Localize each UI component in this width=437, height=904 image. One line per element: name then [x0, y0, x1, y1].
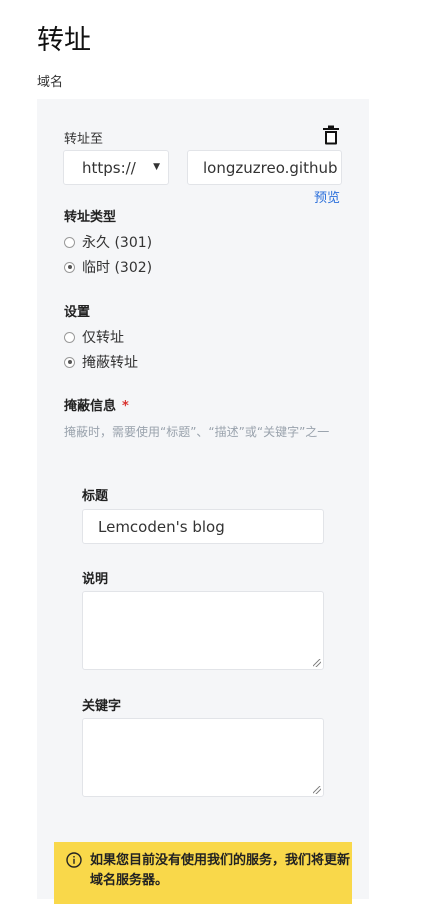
settings-label: 设置 [64, 305, 91, 320]
notice-text: 如果您目前没有使用我们的服务，我们将更新域名服务器。 [90, 853, 351, 888]
radio-button-checked[interactable] [64, 261, 75, 273]
info-icon [66, 852, 82, 868]
masking-info-label-text: 掩蔽信息 [64, 399, 117, 414]
nameserver-notice: 如果您目前没有使用我们的服务，我们将更新域名服务器。 [54, 842, 352, 904]
radio-button[interactable] [64, 331, 75, 343]
protocol-select[interactable]: https:// ▼ [63, 150, 169, 185]
resize-handle-icon[interactable] [313, 659, 321, 667]
radio-label: 掩蔽转址 [82, 355, 138, 371]
chevron-down-icon: ▼ [153, 162, 160, 172]
radio-button[interactable] [64, 236, 75, 248]
domain-label: 域名 [37, 75, 64, 90]
radio-temporary-302[interactable]: 临时 (302) [64, 257, 152, 277]
forward-to-label: 转址至 [64, 132, 104, 147]
title-input[interactable]: Lemcoden's blog [82, 509, 324, 544]
keywords-textarea[interactable] [82, 718, 324, 797]
radio-forward-only[interactable]: 仅转址 [64, 327, 124, 347]
radio-label: 仅转址 [82, 330, 124, 346]
protocol-select-value: https:// [82, 159, 136, 177]
description-label: 说明 [82, 572, 109, 587]
radio-masked-forward[interactable]: 掩蔽转址 [64, 352, 138, 372]
description-textarea[interactable] [82, 591, 324, 670]
radio-button-checked[interactable] [64, 356, 75, 368]
required-mark: * [122, 399, 129, 414]
forward-type-label: 转址类型 [64, 210, 117, 225]
trash-icon[interactable] [322, 125, 340, 145]
radio-label: 临时 (302) [82, 260, 153, 276]
masking-info-label: 掩蔽信息 * [64, 395, 129, 414]
forwarding-panel: 转址至 https:// ▼ longzuzreo.github 预览 转址类型… [37, 99, 369, 904]
preview-link[interactable]: 预览 [314, 187, 340, 206]
radio-permanent-301[interactable]: 永久 (301) [64, 232, 152, 252]
radio-label: 永久 (301) [82, 235, 153, 251]
title-label: 标题 [82, 489, 109, 504]
resize-handle-icon[interactable] [313, 786, 321, 794]
forward-url-input[interactable]: longzuzreo.github [187, 150, 342, 185]
page-title: 转址 [37, 25, 91, 56]
masking-hint: 掩蔽时，需要使用“标题”、“描述”或“关键字”之一 [64, 425, 330, 439]
keywords-label: 关键字 [82, 699, 122, 714]
